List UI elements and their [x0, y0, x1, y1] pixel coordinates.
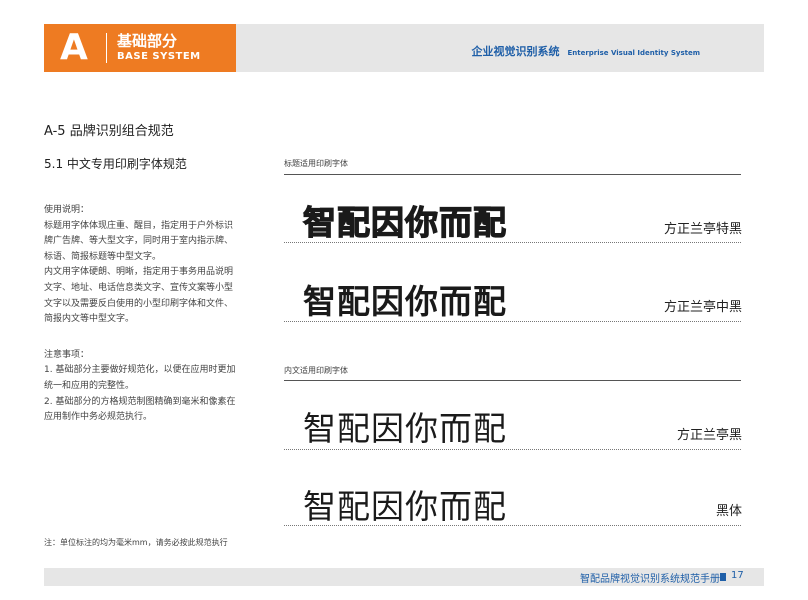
manual-title: 智配品牌视觉识别系统规范手册	[580, 574, 720, 585]
page-number: 17	[731, 570, 744, 581]
footnote: 注：单位标注的均为毫米mm，请务必按此规范执行	[44, 538, 228, 547]
usage-heading: 使用说明：	[44, 205, 90, 215]
usage-body-2: 内文用字体硬朗、明晰，指定用于事务用品说明文字、地址、电话信息类文字、宣传文案等…	[44, 267, 234, 325]
section-title-cn: 基础部分	[117, 32, 178, 50]
section-letter: A	[60, 27, 88, 68]
body-fonts-rule	[284, 380, 741, 381]
system-title-en: Enterprise Visual Identity System	[567, 49, 700, 57]
usage-body-1: 标题用字体体现庄重、醒目，指定用于户外标识牌广告牌、等大型文字，同时用于室内指示…	[44, 220, 234, 262]
system-title: 企业视觉识别系统 Enterprise Visual Identity Syste…	[471, 43, 700, 59]
title-fonts-label: 标题适用印刷字体	[284, 159, 348, 168]
sample-divider	[284, 242, 741, 243]
sample-divider	[284, 321, 741, 322]
page-subtitle: 5.1 中文专用印刷字体规范	[44, 157, 187, 171]
notes-item-2: 2. 基础部分的方格规范制图精确到毫米和像素在应用制作中务必规范执行。	[44, 396, 236, 423]
body-fonts-label: 内文适用印刷字体	[284, 366, 348, 375]
notes-heading: 注意事项：	[44, 349, 90, 360]
font-sample-4: 智配因你而配	[303, 487, 507, 526]
page-title: A-5 品牌识别组合规范	[44, 124, 174, 139]
font-sample-2: 智配因你而配	[303, 282, 507, 321]
font-name-3: 方正兰亭黑	[676, 428, 742, 443]
font-sample-1: 智配因你而配	[302, 202, 507, 242]
font-name-4: 黑体	[715, 504, 742, 519]
header-divider	[106, 33, 107, 63]
sample-divider	[284, 525, 741, 526]
notes-item-1: 1. 基础部分主要做好规范化，以便在应用时更加统一和应用的完整性。	[44, 365, 236, 391]
font-name-2: 方正兰亭中黑	[663, 300, 742, 315]
title-fonts-rule	[284, 174, 741, 175]
section-title-en: BASE SYSTEM	[117, 51, 201, 62]
description-column: 使用说明： 标题用字体体现庄重、醒目，指定用于户外标识牌广告牌、等大型文字，同时…	[44, 203, 240, 426]
page-marker-icon	[720, 573, 726, 581]
sample-divider	[284, 449, 741, 450]
font-sample-3: 智配因你而配	[303, 409, 507, 448]
system-title-cn: 企业视觉识别系统	[471, 45, 560, 58]
font-name-1: 方正兰亭特黑	[663, 222, 742, 237]
